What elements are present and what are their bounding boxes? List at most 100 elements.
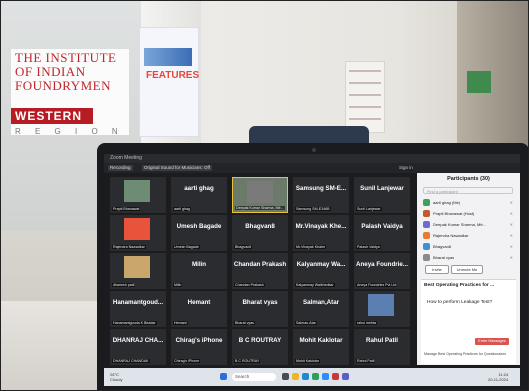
mic-muted-icon: ✕ xyxy=(509,211,513,216)
participant-row[interactable]: Bharat vyas ✕ xyxy=(423,253,515,262)
participant-name: Bhagvan8 xyxy=(433,244,452,249)
tile-name: Mohit Kaklotar xyxy=(299,337,343,344)
mic-muted-icon: ✕ xyxy=(509,222,513,227)
video-tile[interactable]: Mr.Vinayak Khe... Mr.Vinayak Khaire xyxy=(293,215,349,251)
video-tile[interactable]: Sunil Lanjewar Sunil Lanjewar xyxy=(354,177,410,213)
sign-line-1: THE INSTITUTE xyxy=(15,50,117,65)
sign-band: WESTERN xyxy=(11,108,93,124)
video-tile[interactable]: Hemant Hemant xyxy=(171,291,227,327)
video-tile[interactable]: Bharat vyas Bharat vyas xyxy=(232,291,288,327)
participant-row[interactable]: Deepak Kumar Sharma, Mfr... ✕ xyxy=(423,220,515,229)
video-tile[interactable]: Chandan Prakash Chandan Prakash xyxy=(232,253,288,289)
video-tile[interactable]: Samsung SM-E... Samsung SM-E346B xyxy=(293,177,349,213)
video-tile[interactable]: dhanesh patil xyxy=(110,253,166,289)
sign-band-text: WESTERN xyxy=(15,109,82,123)
tile-label: Chandan Prakash xyxy=(234,283,265,287)
video-tile[interactable]: Palash Vaidya Palash Vaidya xyxy=(354,215,410,251)
tile-name: Hemant xyxy=(187,299,211,306)
banner-text: FEATURES xyxy=(146,70,200,81)
webcam xyxy=(312,148,316,152)
tile-name: DHANRAJ CHA... xyxy=(112,337,164,344)
tile-video-thumbnail xyxy=(368,294,394,316)
taskbar-clock[interactable]: 11:24 20-11-2024 xyxy=(488,372,508,382)
tile-name: Palash Vaidya xyxy=(361,223,403,230)
tile-label: DHANRAJ CHANDAK xyxy=(112,359,150,363)
video-tile[interactable]: Milin Milin xyxy=(171,253,227,289)
video-tile[interactable]: Prapti Bhanawat xyxy=(110,177,166,213)
qa-question: How to perform Leakage Test? xyxy=(427,300,493,305)
participant-name: aarti ghag (Me) xyxy=(433,200,461,205)
tile-name: Mr.Vinayak Khe... xyxy=(295,223,347,230)
sign-in-link[interactable]: Sign in xyxy=(399,165,413,170)
video-tile[interactable]: Deepak Kumar Sharma, Mfr... xyxy=(232,177,288,213)
recording-indicator[interactable]: Recording xyxy=(108,165,133,171)
invite-button[interactable]: Invite xyxy=(425,265,449,274)
edge-icon[interactable] xyxy=(302,373,309,380)
tile-label: Rahul Patil xyxy=(356,359,376,363)
unmute-me-button[interactable]: Unmute Me xyxy=(451,265,483,274)
tile-label: Chirag's iPhone xyxy=(173,359,201,363)
participant-name: Bharat vyas xyxy=(433,255,455,260)
participant-search-input[interactable]: Find a participant xyxy=(423,187,513,194)
calendar-row xyxy=(349,70,381,72)
chrome-icon[interactable] xyxy=(312,373,319,380)
original-sound-toggle[interactable]: Original Sound for Musicians: Off xyxy=(142,165,212,171)
video-tile[interactable]: Rahul Patil Rahul Patil xyxy=(354,329,410,365)
tile-name: Umesh Bagade xyxy=(176,223,222,230)
windows-taskbar: 26°C Cloudy Search 11:24 20-11-2024 xyxy=(104,368,520,386)
video-tile[interactable]: Rajendra Nawadkar xyxy=(110,215,166,251)
taskbar-search-input[interactable]: Search xyxy=(232,373,276,381)
tile-name: Aneya Foundrie... xyxy=(356,261,408,268)
video-tile[interactable]: Hanamantgoud... Hanamantgouda K Biradar xyxy=(110,291,166,327)
tile-label: Mohit Kaklotar xyxy=(295,359,320,363)
roll-up-banner: FEATURES xyxy=(139,27,199,137)
tile-name: Chandan Prakash xyxy=(233,261,287,268)
tile-name: Chirag's iPhone xyxy=(175,337,223,344)
file-explorer-icon[interactable] xyxy=(292,373,299,380)
mic-muted-icon: ✕ xyxy=(509,255,513,260)
task-view-icon[interactable] xyxy=(282,373,289,380)
app-icon[interactable] xyxy=(332,373,339,380)
tile-name: B C ROUTRAY xyxy=(238,337,282,344)
video-tile[interactable]: B C ROUTRAY B C ROUTRAY xyxy=(232,329,288,365)
zoom-toolbar: Recording Original Sound for Musicians: … xyxy=(104,163,520,173)
participant-row[interactable]: Rajendra Nawadkar ✕ xyxy=(423,231,515,240)
video-tile[interactable]: Chirag's iPhone Chirag's iPhone xyxy=(171,329,227,365)
tile-label: Prapti Bhanawat xyxy=(112,207,141,211)
mic-muted-icon: ✕ xyxy=(509,244,513,249)
participant-row[interactable]: Prapti Bhanawat (Host) ✕ xyxy=(423,209,515,218)
tile-label: Mr.Vinayak Khaire xyxy=(295,245,327,249)
video-tile[interactable]: Salman,Atar Salman,Atar xyxy=(293,291,349,327)
tile-label: Hanamantgouda K Biradar xyxy=(112,321,157,325)
participant-row[interactable]: aarti ghag (Me) ✕ xyxy=(423,198,515,207)
window-title: Zoom Meeting xyxy=(110,155,142,161)
participant-row[interactable]: Bhagvan8 ✕ xyxy=(423,242,515,251)
send-message-button[interactable]: Enter Messages xyxy=(475,338,509,345)
tile-label: Palash Vaidya xyxy=(356,245,381,249)
calendar-row xyxy=(349,106,381,108)
video-tile[interactable]: rahul mehta xyxy=(354,291,410,327)
zoom-icon[interactable] xyxy=(322,373,329,380)
video-tile[interactable]: aarti ghag aarti ghag xyxy=(171,177,227,213)
tile-label: Hemant xyxy=(173,321,188,325)
video-tile[interactable]: DHANRAJ CHA... DHANRAJ CHANDAK xyxy=(110,329,166,365)
participants-panel: Participants (30) Find a participant aar… xyxy=(417,173,520,365)
participant-avatar xyxy=(423,199,430,206)
teams-icon[interactable] xyxy=(342,373,349,380)
weather-widget[interactable]: 26°C Cloudy xyxy=(110,372,122,382)
sign-line-3: FOUNDRYMEN xyxy=(15,78,112,93)
participants-title: Participants (30) xyxy=(447,176,490,182)
start-icon[interactable] xyxy=(220,373,227,380)
video-tile[interactable]: Aneya Foundrie... Aneya Foundries Pvt Ltd xyxy=(354,253,410,289)
qa-heading: Best Operating Practices for ... xyxy=(424,283,495,288)
participant-name: Deepak Kumar Sharma, Mfr... xyxy=(433,222,486,227)
weather-sub: Cloudy xyxy=(110,377,123,382)
video-tile[interactable]: Mohit Kaklotar Mohit Kaklotar xyxy=(293,329,349,365)
mic-muted-icon: ✕ xyxy=(509,233,513,238)
video-tile[interactable]: Kalyanmay Wa... Kalyanmay Waikhedkar xyxy=(293,253,349,289)
zoom-titlebar: Zoom Meeting xyxy=(104,154,520,163)
qa-panel: Best Operating Practices for ... How to … xyxy=(421,279,516,364)
video-tile[interactable]: Umesh Bagade Umesh Bagade xyxy=(171,215,227,251)
video-tile[interactable]: Bhagvan8 Bhagvan8 xyxy=(232,215,288,251)
tile-name: Kalyanmay Wa... xyxy=(296,261,346,268)
